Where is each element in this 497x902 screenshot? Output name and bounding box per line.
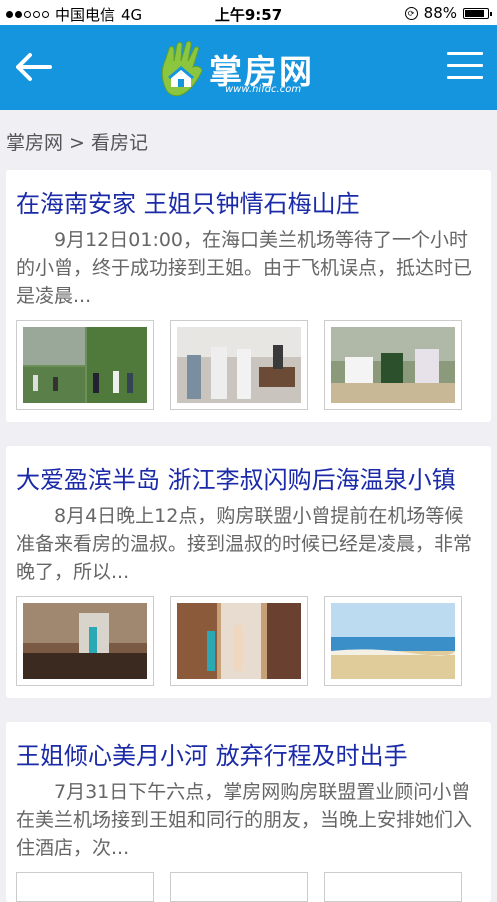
status-right: ⟳ 88%: [404, 4, 492, 22]
article-card[interactable]: 大爱盈滨半岛 浙江李叔闪购后海温泉小镇 8月4日晚上12点，购房联盟小曾提前在机…: [6, 446, 491, 698]
article-summary: 9月12日01:00，在海口美兰机场等待了一个小时的小曾，终于成功接到王姐。由于…: [16, 229, 473, 307]
breadcrumb: 掌房网 > 看房记: [6, 128, 154, 155]
breadcrumb-current: 看房记: [90, 132, 148, 154]
article-title[interactable]: 在海南安家 王姐只钟情石梅山庄: [16, 184, 360, 219]
article-thumbnail[interactable]: [324, 872, 462, 902]
article-thumbnail[interactable]: [16, 872, 154, 902]
battery-icon: [463, 7, 492, 19]
article-thumbnails: [16, 596, 462, 686]
article-thumbnails: [16, 872, 462, 902]
back-button[interactable]: [14, 51, 54, 83]
site-logo[interactable]: 掌房网 www.hifdc.com: [157, 41, 327, 99]
article-thumbnail[interactable]: [170, 872, 308, 902]
article-summary: 7月31日下午六点，掌房网购房联盟置业顾问小曾在美兰机场接到王姐和同行的朋友，当…: [16, 781, 473, 859]
back-arrow-icon: [16, 53, 52, 81]
menu-button[interactable]: [447, 52, 483, 82]
article-thumbnail[interactable]: [170, 320, 308, 410]
battery-percent: 88%: [423, 4, 457, 22]
article-thumbnail[interactable]: [324, 596, 462, 686]
article-title[interactable]: 王姐倾心美月小河 放弃行程及时出手: [16, 736, 408, 771]
article-title[interactable]: 大爱盈滨半岛 浙江李叔闪购后海温泉小镇: [16, 460, 456, 495]
article-thumbnail[interactable]: [170, 596, 308, 686]
status-bar: 中国电信 4G 上午9:57 ⟳ 88%: [0, 0, 497, 25]
breadcrumb-home-link[interactable]: 掌房网: [6, 132, 63, 154]
article-thumbnail[interactable]: [16, 596, 154, 686]
article-thumbnail[interactable]: [16, 320, 154, 410]
article-thumbnails: [16, 320, 462, 410]
article-card[interactable]: 王姐倾心美月小河 放弃行程及时出手 7月31日下午六点，掌房网购房联盟置业顾问小…: [6, 722, 491, 902]
breadcrumb-separator: >: [69, 132, 85, 154]
article-card[interactable]: 在海南安家 王姐只钟情石梅山庄 9月12日01:00，在海口美兰机场等待了一个小…: [6, 170, 491, 422]
rotation-lock-icon: ⟳: [404, 6, 418, 20]
article-thumbnail[interactable]: [324, 320, 462, 410]
hamburger-icon: [447, 52, 483, 79]
logo-url: www.hifdc.com: [225, 84, 302, 95]
article-summary: 8月4日晚上12点，购房联盟小曾提前在机场等候准备来看房的温叔。接到温叔的时候已…: [16, 505, 473, 583]
logo-hand-house-icon: [161, 41, 203, 97]
app-header: 掌房网 www.hifdc.com: [0, 25, 497, 110]
